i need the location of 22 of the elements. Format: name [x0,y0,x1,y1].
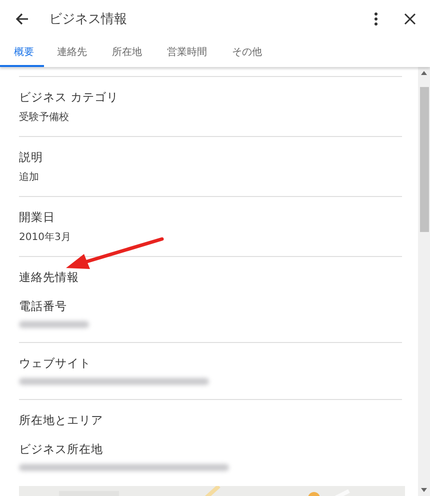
tab[interactable]: 概要 [0,38,44,67]
tab[interactable]: 営業時間 [154,38,219,67]
field-value: 受験予備校 [19,110,70,124]
blurred-value [19,321,89,328]
field-label: ビジネス所在地 [19,442,104,457]
dialog-title: ビジネス情報 [49,11,128,28]
back-arrow-icon[interactable] [15,12,29,26]
more-options-icon[interactable] [374,12,378,26]
field-label: ビジネス カテゴリ [19,90,120,105]
tab[interactable]: 所在地 [99,38,154,67]
field-label: 電話番号 [19,299,68,314]
section-heading: 所在地とエリア [19,413,104,428]
tab[interactable]: 連絡先 [44,38,99,67]
field-label: 開業日 [19,210,56,225]
tab[interactable]: その他 [219,38,274,67]
field-value: 2010年3月 [19,231,72,244]
field-label: 説明 [19,150,44,165]
close-icon[interactable] [404,13,416,25]
field-label: ウェブサイト [19,356,92,371]
section-heading: 連絡先情報 [19,270,80,285]
scrollbar[interactable] [418,67,430,496]
field-value: 追加 [19,170,40,184]
